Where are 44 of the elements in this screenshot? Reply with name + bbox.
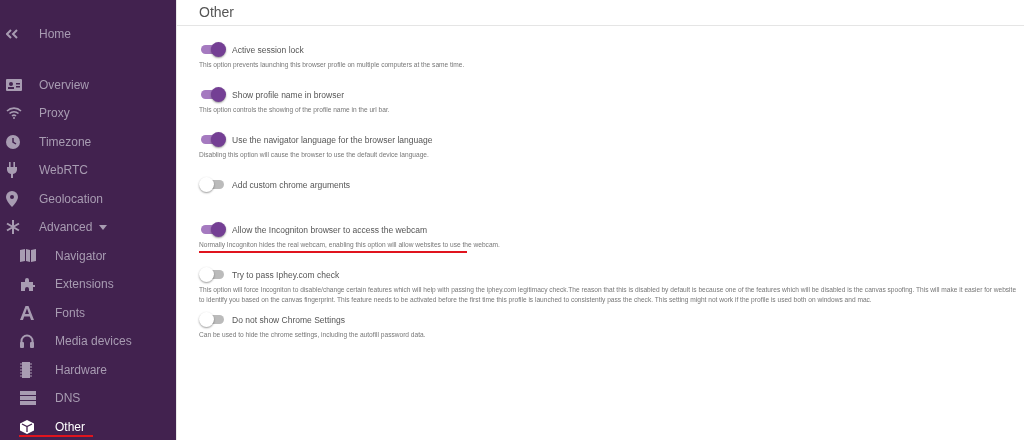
font-icon (20, 305, 34, 320)
plug-icon (6, 162, 18, 179)
map-pin-icon (6, 190, 18, 207)
option-label: Allow the Incogniton browser to access the webcam (232, 224, 428, 235)
page-title: Other (177, 0, 1024, 26)
home-link[interactable]: Home (39, 27, 71, 42)
toggle-switch[interactable] (201, 270, 224, 279)
nav-item[interactable]: Media devices (55, 334, 132, 349)
map-icon (20, 249, 36, 263)
toggle-switch[interactable] (201, 225, 224, 234)
asterisk-icon (6, 220, 20, 235)
nav-item[interactable]: Navigator (55, 248, 107, 263)
option-label: Show profile name in browser (232, 89, 344, 100)
toggle-switch[interactable] (201, 90, 224, 99)
toggle-switch[interactable] (201, 45, 224, 54)
nav-item[interactable]: Extensions (55, 277, 114, 292)
toggle-switch[interactable] (201, 315, 224, 324)
nav-item[interactable]: DNS (55, 391, 81, 406)
nav-item[interactable]: Fonts (55, 305, 85, 320)
cube-icon (20, 419, 34, 434)
nav-item[interactable]: Advanced (39, 220, 93, 235)
nav-item[interactable]: Other (55, 419, 85, 434)
wifi-icon (6, 107, 22, 120)
option-label: Add custom chrome arguments (232, 179, 351, 190)
option-label: Use the navigator language for the browser language (232, 134, 433, 145)
option-label: Active session lock (232, 44, 304, 55)
nav-item[interactable]: Overview (39, 77, 89, 92)
toggle-switch[interactable] (201, 180, 224, 189)
nav-item[interactable]: Timezone (39, 134, 92, 149)
toggle-switch[interactable] (201, 135, 224, 144)
clock-icon (6, 134, 20, 149)
puzzle-icon (20, 277, 36, 292)
nav-item[interactable]: Hardware (55, 362, 108, 377)
nav-item[interactable]: Proxy (39, 106, 70, 121)
option-label: Try to pass Iphey.com check (232, 269, 340, 280)
headphones-icon (20, 334, 34, 349)
option-label: Do not show Chrome Settings (232, 314, 345, 325)
nav-item[interactable]: Geolocation (39, 191, 104, 206)
collapse-icon[interactable] (6, 29, 18, 40)
id-card-icon (6, 78, 22, 91)
chip-icon (20, 361, 32, 378)
nav-item[interactable]: WebRTC (39, 163, 88, 178)
server-icon (20, 391, 36, 406)
caret-icon[interactable] (99, 224, 108, 230)
